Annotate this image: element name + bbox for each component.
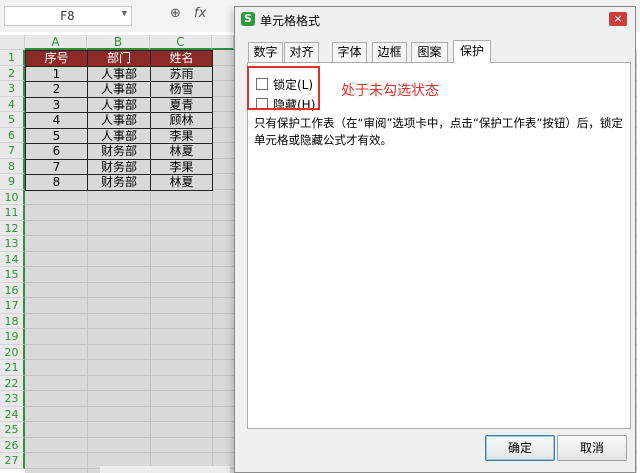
table-cell[interactable]: 人事部 [87, 81, 151, 98]
zoom-icon[interactable]: ⊕ [170, 6, 181, 21]
row-header[interactable]: 8 [0, 158, 25, 174]
table-cell[interactable]: 人事部 [87, 65, 151, 82]
row-header[interactable]: 15 [0, 267, 25, 283]
table-cell[interactable]: 人事部 [87, 127, 151, 144]
protection-info-text: 只有保护工作表（在“审阅”选项卡中，点击“保护工作表”按钮）后，锁定单元格或隐藏… [254, 116, 623, 147]
row-header[interactable]: 12 [0, 220, 25, 236]
column-header-d[interactable] [212, 35, 234, 50]
row-header[interactable]: 25 [0, 422, 25, 438]
row-header[interactable]: 21 [0, 360, 25, 376]
table-header-row: 序号 部门 姓名 [25, 50, 213, 67]
table-row: 1 人事部 苏雨 [25, 65, 213, 82]
table-row: 3 人事部 夏青 [25, 96, 213, 113]
row-header[interactable]: 19 [0, 329, 25, 345]
table-cell[interactable]: 人事部 [87, 96, 151, 113]
table-header-cell[interactable]: 部门 [87, 50, 151, 67]
row-header[interactable]: 7 [0, 143, 25, 159]
table-row: 6 财务部 林夏 [25, 143, 213, 160]
table-cell[interactable]: 2 [25, 81, 88, 98]
table-cell[interactable]: 林夏 [150, 143, 213, 160]
sheet-tab-strip[interactable] [100, 466, 230, 473]
row-header[interactable]: 18 [0, 313, 25, 329]
row-header[interactable]: 13 [0, 236, 25, 252]
table-cell[interactable]: 李果 [150, 127, 213, 144]
table-cell[interactable]: 5 [25, 127, 88, 144]
table-row: 2 人事部 杨雪 [25, 81, 213, 98]
chevron-down-icon[interactable]: ▼ [122, 9, 127, 19]
row-header[interactable]: 2 [0, 65, 25, 81]
row-header[interactable]: 24 [0, 406, 25, 422]
annotation-highlight-box [247, 66, 320, 110]
table-cell[interactable]: 8 [25, 174, 88, 191]
row-header[interactable]: 22 [0, 375, 25, 391]
row-header[interactable]: 17 [0, 298, 25, 314]
select-all-corner[interactable] [0, 35, 25, 50]
tab-font[interactable]: 字体 [332, 42, 367, 62]
column-header-c[interactable]: C [150, 35, 212, 50]
tab-border[interactable]: 边框 [372, 42, 407, 62]
ok-button[interactable]: 确定 [485, 435, 555, 461]
table-header-cell[interactable]: 序号 [25, 50, 88, 67]
row-header[interactable]: 27 [0, 453, 25, 469]
row-header[interactable]: 9 [0, 174, 25, 190]
row-header[interactable]: 20 [0, 344, 25, 360]
table-cell[interactable]: 顾林 [150, 112, 213, 129]
annotation-text: 处于未勾选状态 [341, 83, 439, 99]
row-header[interactable]: 10 [0, 189, 25, 205]
name-box[interactable]: F8 ▼ [4, 6, 132, 26]
row-header[interactable]: 6 [0, 127, 25, 143]
tab-number[interactable]: 数字 [248, 42, 283, 62]
table-cell[interactable]: 财务部 [87, 143, 151, 160]
tab-protection[interactable]: 保护 [453, 40, 491, 63]
table-cell[interactable]: 4 [25, 112, 88, 129]
table-cell[interactable]: 3 [25, 96, 88, 113]
table-cell[interactable]: 7 [25, 158, 88, 175]
table-cell[interactable]: 人事部 [87, 112, 151, 129]
tab-pattern[interactable]: 图案 [411, 42, 448, 62]
close-button[interactable]: × [609, 12, 627, 26]
table-cell[interactable]: 1 [25, 65, 88, 82]
fx-label[interactable]: fx [194, 6, 206, 21]
column-header-a[interactable]: A [25, 35, 87, 50]
cancel-button[interactable]: 取消 [557, 435, 627, 461]
row-header[interactable]: 16 [0, 282, 25, 298]
data-table: 序号 部门 姓名 1 人事部 苏雨 2 人事部 杨雪 3 人事部 夏青 4 人事部 顾林 5 人事… [25, 50, 213, 191]
table-cell[interactable]: 杨雪 [150, 81, 213, 98]
row-header[interactable]: 1 [0, 50, 25, 66]
tab-alignment[interactable]: 对齐 [284, 42, 319, 62]
row-header[interactable]: 14 [0, 251, 25, 267]
row-header[interactable]: 23 [0, 391, 25, 407]
row-header[interactable]: 3 [0, 81, 25, 97]
cell-reference: F8 [60, 9, 75, 23]
table-cell[interactable]: 财务部 [87, 158, 151, 175]
table-row: 8 财务部 林夏 [25, 174, 213, 191]
app-logo-icon: S [241, 12, 255, 26]
row-header[interactable]: 5 [0, 112, 25, 128]
table-cell[interactable]: 李果 [150, 158, 213, 175]
row-header[interactable]: 4 [0, 96, 25, 112]
table-cell[interactable]: 苏雨 [150, 65, 213, 82]
table-row: 4 人事部 顾林 [25, 112, 213, 129]
row-header[interactable]: 26 [0, 437, 25, 453]
dialog-title: 单元格格式 [260, 14, 321, 28]
table-row: 5 人事部 李果 [25, 127, 213, 144]
protection-panel: 锁定(L) 隐藏(H) 只有保护工作表（在“审阅”选项卡中，点击“保护工作表”按… [247, 62, 631, 429]
table-cell[interactable]: 财务部 [87, 174, 151, 191]
table-cell[interactable]: 6 [25, 143, 88, 160]
row-header[interactable]: 11 [0, 205, 25, 221]
table-row: 7 财务部 李果 [25, 158, 213, 175]
table-header-cell[interactable]: 姓名 [150, 50, 213, 67]
column-header-b[interactable]: B [87, 35, 150, 50]
table-cell[interactable]: 林夏 [150, 174, 213, 191]
dialog-titlebar[interactable]: S 单元格格式 × [235, 7, 635, 32]
table-cell[interactable]: 夏青 [150, 96, 213, 113]
